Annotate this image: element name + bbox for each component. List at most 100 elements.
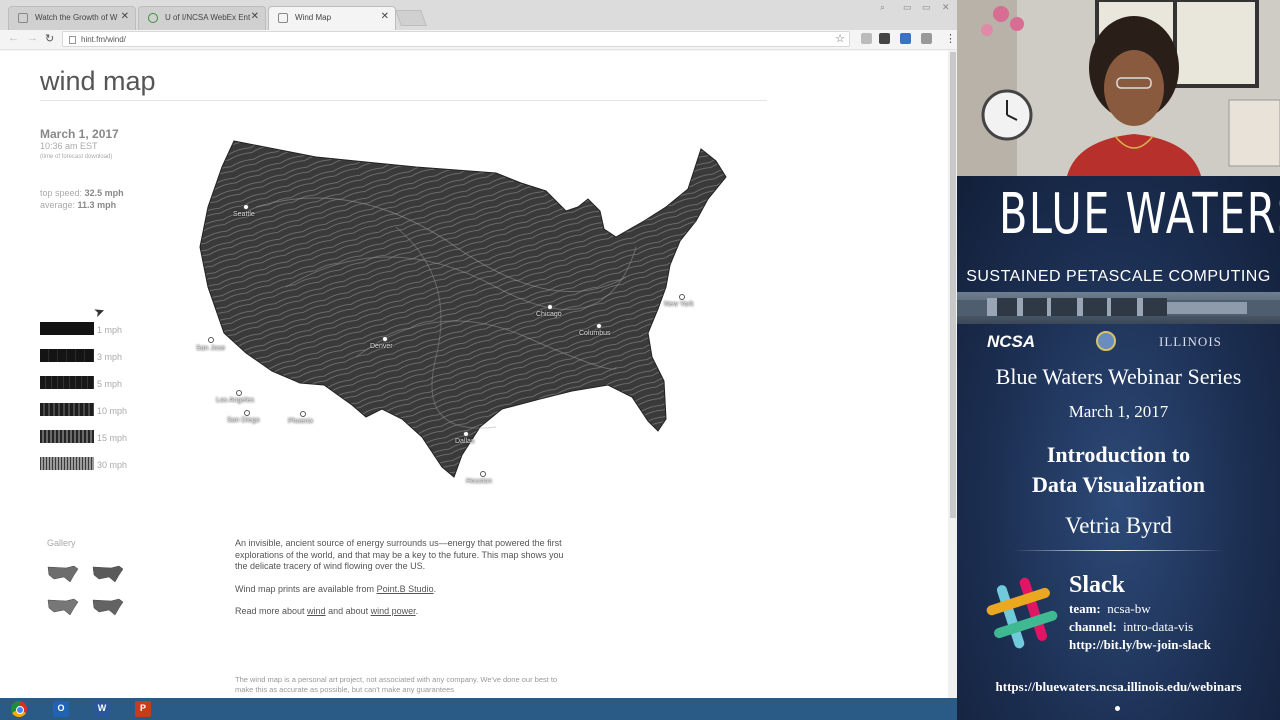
reload-icon[interactable]: ↻ — [45, 32, 54, 45]
forecast-note: (time of forecast download) — [40, 154, 113, 160]
city-marker — [244, 410, 250, 416]
wind-link[interactable]: wind — [307, 606, 326, 616]
slack-logo-icon — [986, 577, 1058, 649]
disclaimer: The wind map is a personal art project, … — [235, 675, 558, 694]
word-icon[interactable]: W — [94, 701, 110, 717]
city-marker — [547, 304, 553, 310]
city-label-houston: Houston — [466, 478, 493, 485]
extension-icon[interactable] — [861, 33, 872, 44]
back-icon[interactable]: ← — [8, 32, 19, 44]
city-label-san-diego: San Diego — [227, 417, 260, 424]
city-label-denver: Denver — [370, 343, 393, 350]
legend-label: 10 mph — [97, 406, 128, 416]
scrollbar-thumb[interactable] — [950, 52, 956, 518]
nsf-seal-icon — [1096, 331, 1116, 351]
blue-waters-subtitle: SUSTAINED PETASCALE COMPUTING — [966, 268, 1271, 285]
menu-icon[interactable]: ⋮ — [945, 32, 956, 45]
new-tab-button[interactable] — [395, 10, 427, 26]
extension-icon[interactable] — [879, 33, 890, 44]
globe-icon — [148, 13, 158, 23]
legend-label: 15 mph — [97, 433, 128, 443]
tab-label: Watch the Growth of W — [35, 13, 118, 22]
legend-label: 3 mph — [97, 352, 123, 362]
talk-title-line: Introduction to — [1046, 442, 1191, 467]
slack-team: team: ncsa-bw — [1069, 601, 1151, 616]
blue-waters-logo-text: BLUE WATERS — [998, 182, 1280, 247]
tab-webex[interactable]: U of I/NCSA WebEx Ent ✕ — [138, 6, 266, 30]
maximize-icon[interactable]: ▭ — [922, 2, 931, 13]
forecast-date: March 1, 2017 — [40, 127, 119, 141]
city-label-new-york: New York — [664, 301, 694, 308]
browser-toolbar: ← → ↻ hint.fm/wind/ ☆ ⋮ — [0, 30, 957, 50]
talk-title: Introduction to Data Visualization — [957, 440, 1280, 500]
webinars-url: https://bluewaters.ncsa.illinois.edu/web… — [995, 679, 1242, 694]
slack-title: Slack — [1069, 572, 1126, 598]
wind-power-link[interactable]: wind power — [371, 606, 416, 616]
city-marker — [463, 431, 469, 437]
tab-growth[interactable]: Watch the Growth of W ✕ — [8, 6, 136, 30]
city-marker — [300, 411, 306, 417]
gallery-thumbnail[interactable] — [46, 564, 80, 584]
city-marker — [480, 471, 486, 477]
ncsa-logo: NCSA — [987, 332, 1036, 351]
search-icon[interactable]: ⌕ — [880, 2, 885, 13]
logo-bar: NCSA ILLINOIS — [957, 326, 1280, 358]
close-icon[interactable]: ✕ — [251, 11, 259, 22]
city-label-columbus: Columbus — [579, 330, 611, 337]
gallery-thumbnail[interactable] — [91, 597, 125, 617]
slack-join-link: http://bit.ly/bw-join-slack — [1069, 637, 1211, 652]
city-marker — [596, 323, 602, 329]
close-icon[interactable]: ✕ — [381, 11, 389, 22]
browser-window: Watch the Growth of W ✕ U of I/NCSA WebE… — [0, 0, 957, 720]
page-icon — [69, 36, 76, 44]
presenter-video-frame — [957, 0, 1280, 176]
city-label-dallas: Dallas — [455, 438, 475, 445]
city-label-los-angeles: Los Angeles — [216, 397, 255, 404]
legend-swatch — [40, 376, 94, 389]
supercomputer-banner — [957, 292, 1280, 324]
city-label-chicago: Chicago — [536, 311, 562, 318]
extension-icon[interactable] — [900, 33, 911, 44]
close-icon[interactable]: ✕ — [121, 11, 129, 22]
legend-swatch — [40, 322, 94, 335]
city-label-san-jose: San Jose — [196, 345, 226, 352]
top-speed: top speed: 32.5 mph — [40, 188, 124, 198]
legend-swatch — [40, 349, 94, 362]
city-marker — [382, 336, 388, 342]
bookmark-star-icon[interactable]: ☆ — [835, 32, 845, 45]
gallery-thumbnail[interactable] — [91, 564, 125, 584]
slide-indicator — [1115, 706, 1120, 711]
page-icon — [18, 13, 28, 23]
divider — [40, 100, 767, 101]
tab-label: Wind Map — [295, 13, 332, 22]
city-marker — [208, 337, 214, 343]
extension-icon[interactable] — [921, 33, 932, 44]
gallery-title: Gallery — [47, 538, 76, 548]
minimize-icon[interactable]: ▭ — [903, 2, 912, 13]
description: An invisible, ancient source of energy s… — [235, 538, 570, 629]
slack-channel: channel: intro-data-vis — [1069, 619, 1194, 634]
legend-swatch — [40, 457, 94, 470]
powerpoint-icon[interactable]: P — [135, 701, 151, 717]
tab-label: U of I/NCSA WebEx Ent — [165, 13, 251, 22]
legend-label: 5 mph — [97, 379, 123, 389]
outlook-icon[interactable]: O — [53, 701, 69, 717]
page-title: wind map — [40, 66, 156, 96]
illinois-logo: ILLINOIS — [1159, 334, 1222, 349]
city-label-seattle: Seattle — [233, 211, 255, 218]
tab-wind-map[interactable]: Wind Map ✕ — [268, 6, 396, 30]
chrome-icon[interactable] — [11, 701, 27, 717]
gallery-thumbnail[interactable] — [46, 597, 80, 617]
point-b-studio-link[interactable]: Point.B Studio — [377, 584, 434, 594]
talk-title-line: Data Visualization — [1032, 472, 1205, 497]
forward-icon[interactable]: → — [27, 32, 38, 44]
address-bar[interactable]: hint.fm/wind/ ☆ — [62, 31, 850, 47]
forecast-time: 10:36 am EST — [40, 141, 98, 151]
tab-strip: Watch the Growth of W ✕ U of I/NCSA WebE… — [0, 0, 957, 30]
mouse-cursor-icon: ➤ — [91, 302, 107, 321]
webinar-series-title: Blue Waters Webinar Series — [995, 364, 1242, 389]
divider — [1012, 550, 1224, 551]
close-window-icon[interactable]: ✕ — [942, 2, 950, 13]
speaker-name: Vetria Byrd — [1065, 513, 1172, 538]
wind-map[interactable]: Seattle San Jose Los Angeles San Diego P… — [196, 137, 736, 485]
